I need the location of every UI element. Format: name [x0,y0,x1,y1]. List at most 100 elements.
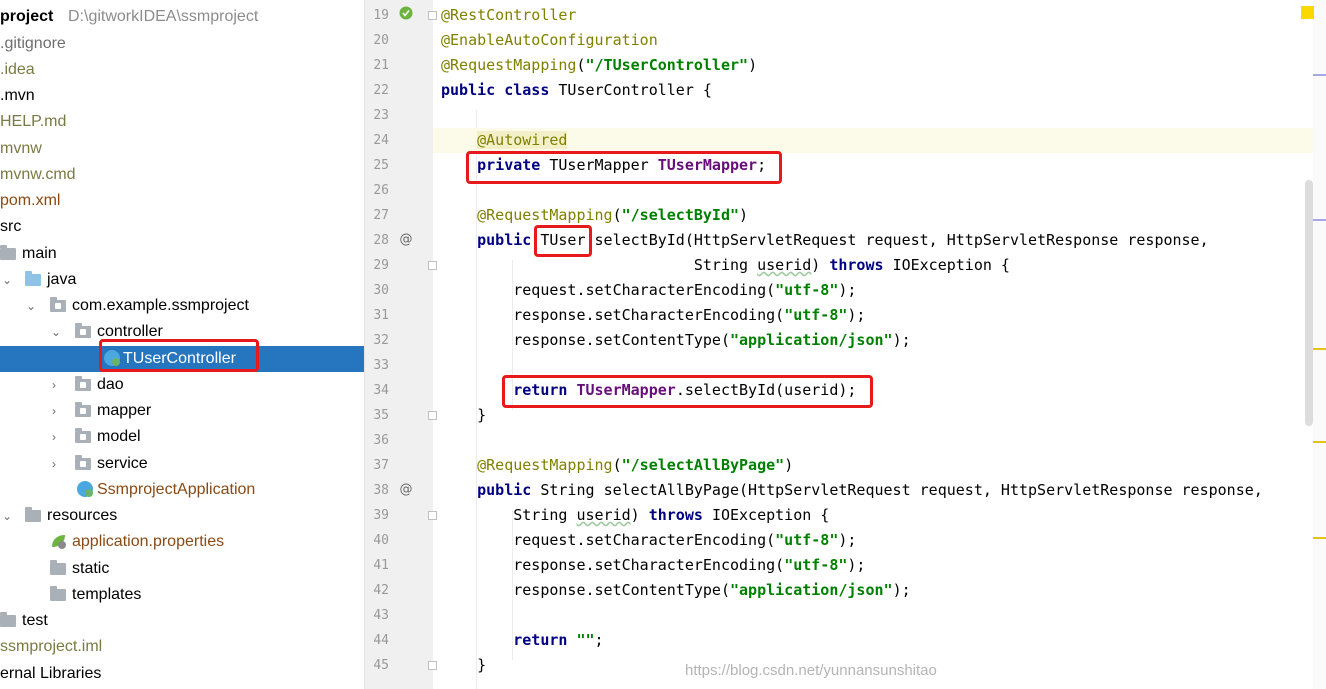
chevron-down-icon[interactable]: ⌄ [0,267,14,293]
line-number[interactable]: 20 [365,33,389,48]
code-line-32[interactable]: response.setContentType("application/jso… [433,328,1313,353]
line-number[interactable]: 24 [365,133,389,148]
tree-item-java[interactable]: ⌄ java [0,267,364,293]
code-line-44[interactable]: return ""; [433,628,1313,653]
annotation-highlight-box [99,339,259,372]
folder-icon [50,586,66,601]
line-number[interactable]: 22 [365,83,389,98]
line-number[interactable]: 42 [365,583,389,598]
error-stripe-panel[interactable] [1313,0,1326,689]
code-line-43[interactable] [433,603,1313,628]
chevron-right-icon[interactable]: › [47,372,61,398]
tree-item-external-libraries[interactable]: ernal Libraries [0,661,364,687]
tree-item-ssmprojectapplication[interactable]: SsmprojectApplication [0,477,364,503]
tree-item-pom-xml[interactable]: pom.xml [0,188,364,214]
line-number[interactable]: 43 [365,608,389,623]
tree-item-ssmproject-iml[interactable]: ssmproject.iml [0,634,364,660]
code-line-38[interactable]: public String selectAllByPage(HttpServle… [433,478,1313,503]
code-line-23[interactable] [433,103,1313,128]
chevron-down-icon[interactable]: ⌄ [24,293,38,319]
package-icon [75,455,91,470]
stripe-marker[interactable] [1313,441,1326,443]
code-area[interactable]: @RestController @EnableAutoConfiguration… [433,0,1313,689]
line-number[interactable]: 19 [365,8,389,23]
tree-item-src[interactable]: src [0,214,364,240]
line-number[interactable]: 44 [365,633,389,648]
line-number-gutter[interactable]: 19 20 21 22 23 24 25 26 27 28 @29 30 31 32 33 34 35 36 37 3… [365,0,437,689]
code-line-36[interactable] [433,428,1313,453]
spring-bean-marker-icon[interactable] [399,6,413,24]
line-number[interactable]: 25 [365,158,389,173]
tree-item-model[interactable]: › model [0,424,364,450]
tree-item-resources[interactable]: ⌄ resources [0,503,364,529]
tree-item-static[interactable]: static [0,556,364,582]
tree-item-mapper[interactable]: › mapper [0,398,364,424]
line-number[interactable]: 30 [365,283,389,298]
line-number[interactable]: 38 [365,483,389,498]
warning-indicator-icon[interactable] [1301,6,1314,19]
spring-leaf-icon [50,533,67,550]
tree-item-templates[interactable]: templates [0,582,364,608]
line-number[interactable]: 32 [365,333,389,348]
tree-item-mvnw-cmd[interactable]: mvnw.cmd [0,162,364,188]
code-line-37[interactable]: @RequestMapping("/selectAllByPage") [433,453,1313,478]
tree-item-idea[interactable]: .idea [0,57,364,83]
code-line-39[interactable]: String userid) throws IOException { [433,503,1313,528]
line-number[interactable]: 26 [365,183,389,198]
chevron-down-icon[interactable]: ⌄ [49,319,63,345]
tree-item-dao[interactable]: › dao [0,372,364,398]
code-line-20[interactable]: @EnableAutoConfiguration [433,28,1313,53]
override-marker-icon[interactable]: @ [399,232,413,247]
stripe-marker[interactable] [1313,537,1326,539]
code-line-19[interactable]: @RestController [433,3,1313,28]
tree-item-package-root[interactable]: ⌄ com.example.ssmproject [0,293,364,319]
annotation-highlight-box [534,225,592,257]
line-number[interactable]: 35 [365,408,389,423]
tree-item-help-md[interactable]: HELP.md [0,109,364,135]
tree-item-test[interactable]: test [0,608,364,634]
chevron-right-icon[interactable]: › [47,451,61,477]
line-number[interactable]: 21 [365,58,389,73]
code-line-30[interactable]: request.setCharacterEncoding("utf-8"); [433,278,1313,303]
line-number[interactable]: 39 [365,508,389,523]
line-number[interactable]: 45 [365,658,389,673]
line-number[interactable]: 27 [365,208,389,223]
vertical-scrollbar[interactable] [1305,180,1313,426]
tree-item-main[interactable]: main [0,241,364,267]
stripe-marker[interactable] [1313,74,1326,76]
line-number[interactable]: 29 [365,258,389,273]
code-line-41[interactable]: response.setCharacterEncoding("utf-8"); [433,553,1313,578]
folder-icon [0,245,16,260]
stripe-marker[interactable] [1313,348,1326,350]
chevron-right-icon[interactable]: › [47,398,61,424]
tree-item-gitignore[interactable]: .gitignore [0,31,364,57]
line-number[interactable]: 28 [365,233,389,248]
tree-item-mvnw[interactable]: mvnw [0,136,364,162]
override-marker-icon[interactable]: @ [399,482,413,497]
line-number[interactable]: 34 [365,383,389,398]
chevron-down-icon[interactable]: ⌄ [0,503,14,529]
watermark-text: https://blog.csdn.net/yunnansunshitao [685,662,937,679]
code-editor[interactable]: 19 20 21 22 23 24 25 26 27 28 @29 30 31 32 33 34 35 36 37 3… [365,0,1326,689]
code-line-42[interactable]: response.setContentType("application/jso… [433,578,1313,603]
chevron-right-icon[interactable]: › [47,424,61,450]
line-number[interactable]: 33 [365,358,389,373]
code-line-24[interactable]: @Autowired [433,128,1313,153]
code-line-21[interactable]: @RequestMapping("/TUserController") [433,53,1313,78]
line-number[interactable]: 36 [365,433,389,448]
tree-item-mvn[interactable]: .mvn [0,83,364,109]
package-icon [75,428,91,443]
tree-item-project-root[interactable]: project D:\gitworkIDEA\ssmproject [0,4,364,30]
code-line-22[interactable]: public class TUserController { [433,78,1313,103]
tree-item-service[interactable]: › service [0,451,364,477]
stripe-marker[interactable] [1313,219,1326,221]
line-number[interactable]: 37 [365,458,389,473]
line-number[interactable]: 40 [365,533,389,548]
code-line-31[interactable]: response.setCharacterEncoding("utf-8"); [433,303,1313,328]
folder-icon [0,612,16,627]
tree-item-application-properties[interactable]: application.properties [0,529,364,555]
line-number[interactable]: 23 [365,108,389,123]
code-line-40[interactable]: request.setCharacterEncoding("utf-8"); [433,528,1313,553]
line-number[interactable]: 31 [365,308,389,323]
line-number[interactable]: 41 [365,558,389,573]
